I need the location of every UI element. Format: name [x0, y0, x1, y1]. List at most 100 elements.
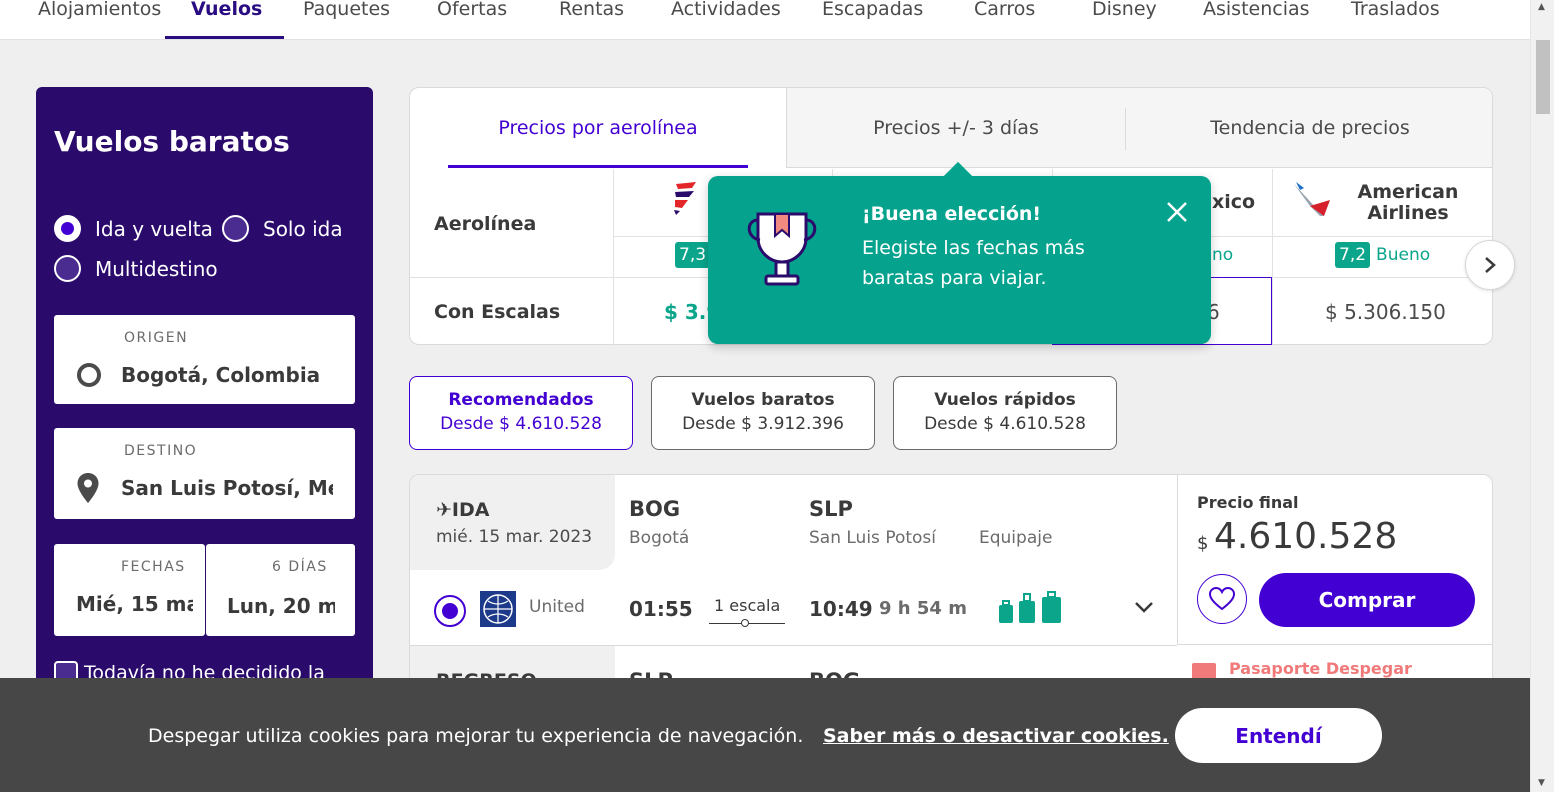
chevron-right-icon [1485, 257, 1496, 273]
airline-row-label: Aerolínea [434, 213, 537, 235]
dates-label: FECHAS [121, 559, 186, 575]
cookie-accept-button[interactable]: Entendí [1175, 708, 1382, 763]
return-date-value: Lun, 20 ma [227, 594, 335, 618]
nav-item-ofertas[interactable]: Ofertas [437, 0, 507, 20]
close-icon[interactable] [1163, 198, 1191, 226]
american-airlines-logo-icon [1290, 180, 1334, 222]
origin-label: ORIGEN [124, 330, 189, 346]
airline-3-name: xico [1212, 191, 1256, 213]
origin-field[interactable]: ORIGEN Bogotá, Colombia [54, 315, 355, 404]
good-choice-toast: ¡Buena elección! Elegiste las fechas más… [708, 176, 1211, 344]
origin-city: Bogotá [629, 528, 690, 548]
search-sidebar: Vuelos baratos Ida y vuelta Solo ida Mul… [36, 87, 373, 707]
radio-round-trip[interactable]: Ida y vuelta [54, 215, 213, 242]
grid-divider [1272, 169, 1273, 345]
filter-fast[interactable]: Vuelos rápidos Desde $ 4.610.528 [893, 376, 1117, 450]
destination-code: SLP [809, 497, 853, 521]
tab-prices-3-days[interactable]: Precios +/- 3 días [787, 88, 1125, 168]
destination-label: DESTINO [124, 443, 198, 459]
baggage-icon [998, 591, 1064, 629]
filter-sub: Desde $ 3.912.396 [682, 414, 844, 434]
top-nav: Alojamientos Vuelos Paquetes Ofertas Ren… [0, 0, 1530, 40]
cookie-settings-link[interactable]: Saber más o desactivar cookies. [823, 725, 1169, 747]
nav-item-traslados[interactable]: Traslados [1351, 0, 1440, 20]
stops-label[interactable]: 1 escala [714, 596, 780, 615]
filter-recommended[interactable]: Recomendados Desde $ 4.610.528 [409, 376, 633, 450]
destination-value: San Luis Potosí, Méxi [121, 476, 333, 500]
radio-unchecked-icon[interactable] [222, 215, 249, 242]
final-price-label: Precio final [1197, 493, 1299, 512]
currency-symbol: $ [1197, 533, 1209, 554]
passport-label: Pasaporte Despegar [1229, 659, 1412, 678]
scroll-down-icon[interactable]: ▼ [1538, 778, 1545, 788]
airline-3-score: no [1212, 245, 1234, 265]
score-badge: 7,2 [1335, 242, 1371, 268]
nav-item-disney[interactable]: Disney [1092, 0, 1157, 20]
tab-prices-by-airline[interactable]: Precios por aerolínea [410, 88, 787, 168]
latam-logo-icon [672, 180, 698, 220]
departure-time: 01:55 [629, 597, 693, 621]
radio-multi-city[interactable]: Multidestino [54, 255, 218, 282]
cookie-text: Despegar utiliza cookies para mejorar tu… [148, 725, 804, 747]
filter-sub: Desde $ 4.610.528 [440, 414, 602, 434]
outbound-leg-label: ✈IDA [436, 499, 490, 521]
destination-field[interactable]: DESTINO San Luis Potosí, Méxi [54, 428, 355, 519]
origin-code: BOG [629, 497, 681, 521]
chevron-down-icon[interactable] [1134, 599, 1154, 618]
stops-row-label: Con Escalas [434, 301, 561, 323]
nav-item-paquetes[interactable]: Paquetes [303, 0, 390, 20]
radio-one-way[interactable]: Solo ida [222, 215, 343, 242]
airline-1-score: 7,3 [675, 242, 711, 268]
favorite-button[interactable] [1197, 574, 1247, 624]
filter-label: Recomendados [448, 390, 594, 410]
scroll-up-icon[interactable]: ▲ [1538, 2, 1545, 12]
radio-one-way-label: Solo ida [263, 216, 343, 241]
cookie-banner: Despegar utiliza cookies para mejorar tu… [0, 678, 1530, 792]
filter-sub: Desde $ 4.610.528 [924, 414, 1086, 434]
nav-item-carros[interactable]: Carros [974, 0, 1035, 20]
nav-item-asistencias[interactable]: Asistencias [1203, 0, 1310, 20]
radio-unchecked-icon[interactable] [54, 255, 81, 282]
toast-title: ¡Buena elección! [862, 203, 1042, 225]
scrollbar-thumb[interactable] [1536, 40, 1550, 114]
departure-date-field[interactable]: FECHAS Mié, 15 mai [54, 544, 205, 636]
heart-icon [1209, 587, 1235, 611]
outbound-leg-tab: ✈IDA mié. 15 mar. 2023 [410, 475, 615, 570]
sidebar-title: Vuelos baratos [54, 125, 290, 158]
return-date-field[interactable]: 6 DÍAS Lun, 20 ma [206, 544, 355, 636]
radio-checked-icon[interactable] [54, 215, 81, 242]
nav-item-alojamientos[interactable]: Alojamientos [38, 0, 161, 20]
tab-price-trend[interactable]: Tendencia de precios [1126, 88, 1494, 168]
airline-4-name: American Airlines [1357, 181, 1459, 224]
next-airlines-button[interactable] [1465, 240, 1515, 290]
airline-4-price[interactable]: $ 5.306.150 [1325, 300, 1446, 324]
filter-label: Vuelos baratos [691, 390, 835, 410]
flight-duration: 9 h 54 m [879, 598, 967, 619]
nav-item-vuelos[interactable]: Vuelos [191, 0, 262, 20]
arrival-time: 10:49 [809, 597, 873, 621]
page-scrollbar[interactable]: ▲ ▼ [1530, 0, 1554, 792]
united-logo-icon [480, 591, 516, 631]
tabs-header: Precios por aerolínea Precios +/- 3 días… [410, 88, 1492, 168]
destination-city: San Luis Potosí [809, 528, 937, 548]
grid-divider [613, 169, 614, 345]
airplane-icon: ✈ [436, 499, 452, 521]
toast-body: Elegiste las fechas más baratas para via… [862, 237, 1085, 289]
score-text: Bueno [1376, 245, 1431, 265]
radio-round-trip-label: Ida y vuelta [95, 216, 213, 241]
airline-name: United [529, 597, 585, 617]
departure-date-value: Mié, 15 mai [76, 592, 193, 616]
origin-circle-icon [76, 362, 102, 392]
nav-item-actividades[interactable]: Actividades [671, 0, 781, 20]
nav-item-rentas[interactable]: Rentas [559, 0, 624, 20]
price-panel: Precio final $ 4.610.528 Comprar [1177, 475, 1492, 645]
radio-multi-city-label: Multidestino [95, 256, 218, 281]
nav-active-underline [165, 36, 284, 39]
nav-item-escapadas[interactable]: Escapadas [822, 0, 923, 20]
flight-select-radio[interactable] [434, 595, 466, 627]
buy-button[interactable]: Comprar [1259, 573, 1475, 627]
filter-cheap[interactable]: Vuelos baratos Desde $ 3.912.396 [651, 376, 875, 450]
days-label: 6 DÍAS [272, 559, 328, 575]
origin-value: Bogotá, Colombia [121, 363, 321, 387]
final-price-value: 4.610.528 [1214, 516, 1398, 557]
